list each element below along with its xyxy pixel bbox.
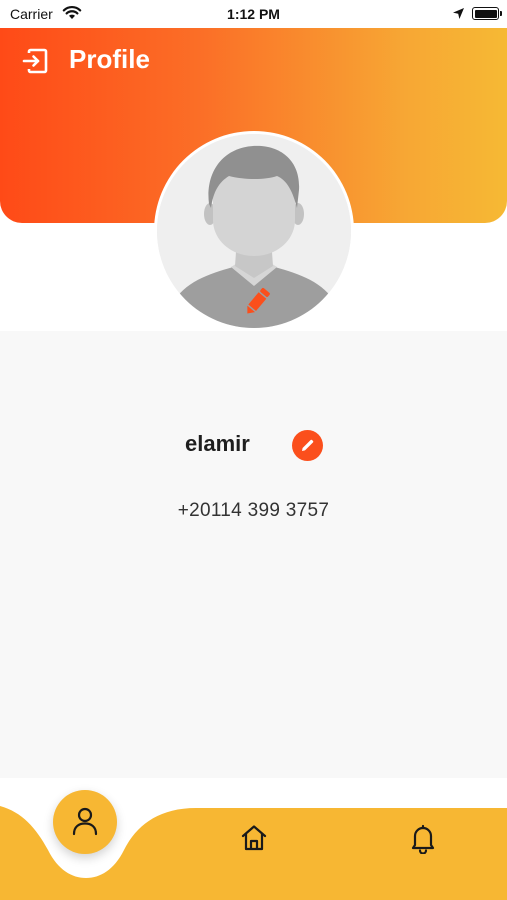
location-arrow-icon <box>453 8 464 19</box>
edit-name-button[interactable] <box>292 430 323 461</box>
user-icon <box>72 807 98 836</box>
bell-icon <box>411 824 435 855</box>
home-icon <box>241 825 267 851</box>
pencil-icon <box>302 439 314 451</box>
nav-notifications-button[interactable] <box>407 822 439 855</box>
logout-button[interactable] <box>22 48 48 74</box>
battery-icon <box>472 7 502 20</box>
page-title: Profile <box>69 44 150 74</box>
avatar[interactable] <box>154 131 354 331</box>
status-time: 1:12 PM <box>227 6 280 22</box>
nav-profile-button[interactable] <box>53 790 117 854</box>
profile-content <box>0 331 507 778</box>
logout-icon <box>22 48 48 74</box>
edit-avatar-icon[interactable] <box>243 286 271 318</box>
nav-home-button[interactable] <box>238 822 270 854</box>
user-phone: +20114 399 3757 <box>177 500 330 521</box>
status-bar: Carrier 1:12 PM <box>0 0 507 28</box>
user-name: elamir <box>185 431 250 456</box>
